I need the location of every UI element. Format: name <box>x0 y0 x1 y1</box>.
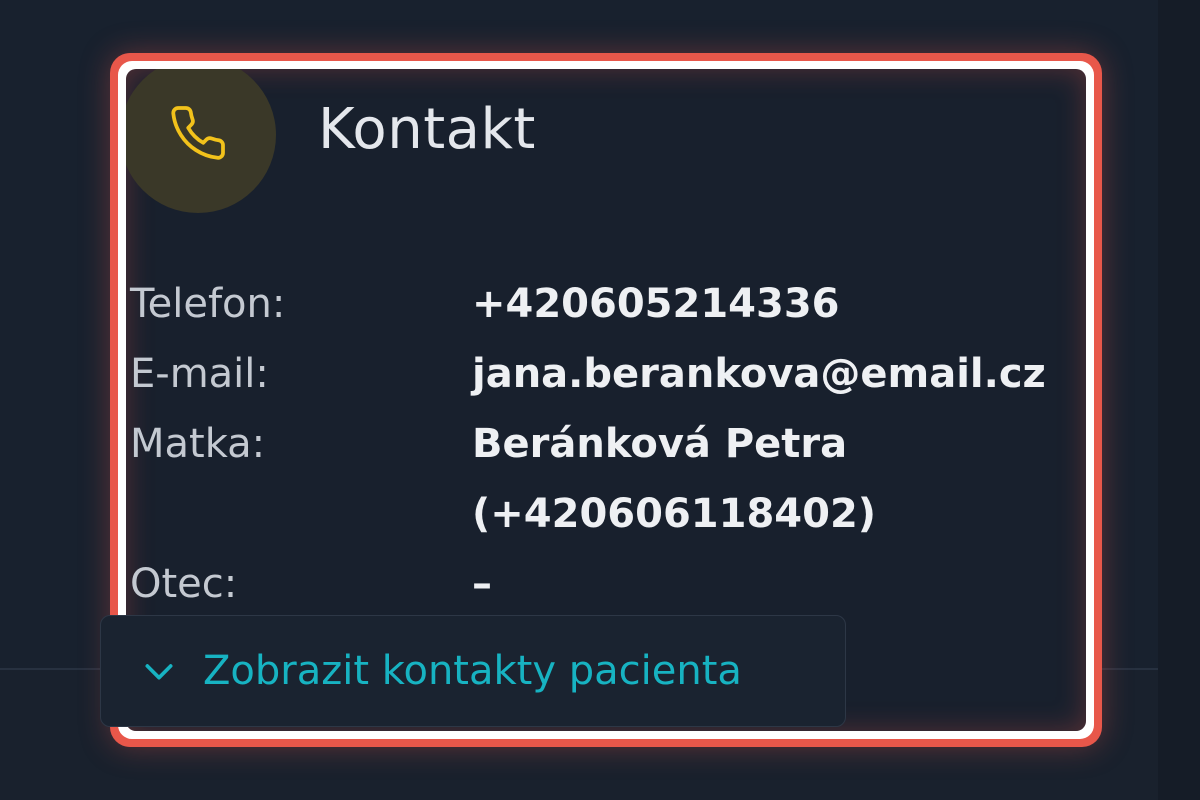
chevron-down-icon <box>139 651 179 691</box>
mother-phone-value: (+420606118402) <box>472 491 877 537</box>
mother-label: Matka: <box>130 421 266 467</box>
contact-row-phone: Telefon: +420605214336 <box>130 269 1080 339</box>
phone-value[interactable]: +420605214336 <box>472 269 840 339</box>
phone-icon <box>168 103 228 167</box>
right-panel-edge <box>1158 0 1200 800</box>
show-patient-contacts-button[interactable]: Zobrazit kontakty pacienta <box>100 615 846 727</box>
contact-info-list: Telefon: +420605214336 E-mail: jana.bera… <box>130 269 1080 619</box>
phone-icon-badge <box>126 69 276 213</box>
contact-row-father: Otec: – <box>130 549 1080 619</box>
email-value[interactable]: jana.berankova@email.cz <box>472 339 1046 409</box>
show-patient-contacts-label: Zobrazit kontakty pacienta <box>203 648 742 694</box>
mother-phone-label <box>130 479 472 549</box>
contact-row-mother-phone: (+420606118402) <box>130 479 1080 549</box>
mother-name-value: Beránková Petra <box>472 421 848 467</box>
father-value: – <box>472 561 492 607</box>
contact-row-mother: Matka: Beránková Petra <box>130 409 1080 479</box>
phone-label: Telefon: <box>130 281 286 327</box>
father-label: Otec: <box>130 561 238 607</box>
card-title: Kontakt <box>318 97 536 162</box>
contact-row-email: E-mail: jana.berankova@email.cz <box>130 339 1080 409</box>
email-label: E-mail: <box>130 351 269 397</box>
page: Kontakt Telefon: +420605214336 E-mail: j… <box>0 0 1200 800</box>
